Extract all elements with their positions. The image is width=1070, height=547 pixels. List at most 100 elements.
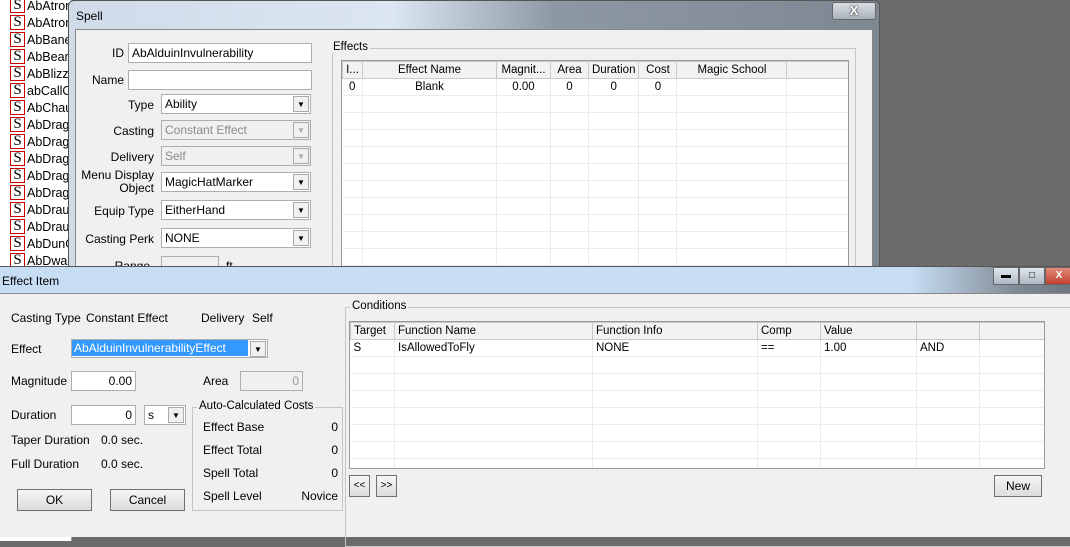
duration-unit-select[interactable]: s ▼ (144, 405, 186, 425)
table-row[interactable] (342, 95, 848, 113)
close-button[interactable]: X (832, 2, 876, 20)
table-cell (676, 112, 788, 130)
effects-table[interactable]: I... Effect Name Magnit... Area Duration Cost… (341, 60, 849, 279)
column-header[interactable] (916, 322, 980, 340)
table-cell (394, 356, 593, 374)
spell-icon: S (10, 83, 25, 98)
equip-type-select[interactable]: EitherHand ▼ (161, 200, 311, 220)
table-row[interactable] (350, 356, 1044, 374)
list-item[interactable]: S AbDraug (10, 201, 71, 218)
list-item[interactable]: S AbBlizza (10, 65, 71, 82)
list-item[interactable]: S AbDrag (10, 133, 69, 150)
table-row[interactable] (342, 248, 848, 266)
effect-select[interactable]: AbAlduinInvulnerabilityEffect ▼ (71, 339, 268, 358)
list-item[interactable]: SAbBearS (10, 48, 71, 65)
table-row[interactable] (342, 214, 848, 232)
column-header[interactable]: Comp (757, 322, 821, 340)
table-row[interactable] (342, 231, 848, 249)
table-row[interactable] (342, 163, 848, 181)
table-cell (638, 95, 678, 113)
table-cell (342, 231, 363, 249)
duration-label: Duration (11, 408, 57, 422)
table-cell (916, 373, 980, 391)
minimize-button[interactable]: ▬ (993, 267, 1019, 285)
table-cell (550, 231, 589, 249)
column-header[interactable]: Effect Name (362, 61, 497, 79)
table-row[interactable] (350, 407, 1044, 425)
list-item[interactable]: S AbDrag (10, 116, 69, 133)
list-item[interactable]: S AbDrag (10, 184, 69, 201)
table-cell (550, 180, 589, 198)
column-header[interactable]: Cost (638, 61, 678, 79)
list-item[interactable]: S AbDrag (10, 150, 69, 167)
casting-perk-select[interactable]: NONE ▼ (161, 228, 311, 248)
cost-value: 0 (331, 443, 338, 457)
table-cell (350, 424, 395, 442)
cancel-button[interactable]: Cancel (110, 489, 185, 511)
taper-duration-label: Taper Duration (11, 433, 90, 447)
costs-title: Auto-Calculated Costs (197, 400, 316, 412)
table-cell (550, 163, 589, 181)
column-header[interactable]: Magnit... (496, 61, 551, 79)
table-cell (592, 441, 758, 459)
duration-input[interactable]: 0 (71, 405, 136, 425)
table-row[interactable] (342, 180, 848, 198)
table-row[interactable] (342, 129, 848, 147)
table-row[interactable] (350, 424, 1044, 442)
table-row[interactable]: S IsAllowedToFly NONE == 1.00 AND (350, 339, 1044, 357)
id-input[interactable]: AbAlduinInvulnerability (128, 43, 312, 63)
table-cell (820, 458, 917, 468)
new-condition-button[interactable]: New (994, 475, 1042, 497)
conditions-table[interactable]: Target Function Name Function Info Comp Valu… (349, 321, 1045, 469)
cost-row: Spell Total 0 (203, 466, 338, 480)
table-cell (916, 356, 980, 374)
list-item[interactable]: S AbAtron (10, 0, 71, 14)
column-header[interactable]: Target (350, 322, 395, 340)
type-select[interactable]: Ability ▼ (161, 94, 311, 114)
list-item[interactable]: S AbDraug (10, 218, 71, 235)
table-cell (588, 180, 640, 198)
list-item[interactable]: SabCallO (10, 82, 71, 99)
ok-button[interactable]: OK (17, 489, 92, 511)
column-header[interactable]: Area (550, 61, 589, 79)
table-cell (342, 248, 363, 266)
table-row[interactable] (350, 390, 1044, 408)
maximize-button[interactable]: □ (1019, 267, 1045, 285)
table-cell (362, 129, 497, 147)
table-cell (362, 214, 497, 232)
previous-button[interactable]: << (349, 475, 370, 497)
next-button[interactable]: >> (376, 475, 397, 497)
table-cell (394, 424, 593, 442)
list-item-label: AbDunG (27, 236, 72, 251)
table-row[interactable] (342, 197, 848, 215)
column-header[interactable]: Value (820, 322, 917, 340)
column-header[interactable]: Duration (587, 61, 640, 79)
list-item[interactable]: S AbChau (10, 99, 71, 116)
table-row[interactable] (350, 458, 1044, 468)
delivery-value: Self (165, 149, 186, 163)
table-row[interactable] (350, 441, 1044, 459)
table-row[interactable] (342, 146, 848, 164)
effects-group: Effects I... Effect Name Magnit... Area Dura… (331, 41, 856, 279)
spell-icon: S (10, 15, 25, 30)
list-item[interactable]: S AbAtron (10, 14, 71, 31)
magnitude-input[interactable]: 0.00 (71, 371, 136, 391)
column-header[interactable]: Function Name (394, 322, 593, 340)
table-row[interactable] (342, 112, 848, 130)
menu-display-select[interactable]: MagicHatMarker ▼ (161, 172, 311, 192)
casting-value: Constant Effect (165, 123, 247, 137)
table-cell (676, 248, 788, 266)
delivery-select: Self ▼ (161, 146, 311, 166)
name-input[interactable] (128, 70, 312, 90)
table-row[interactable]: 0 Blank 0.00 0 0 0 (342, 78, 848, 96)
column-header[interactable]: Function Info (592, 322, 758, 340)
list-item[interactable]: S AbBane (10, 31, 71, 48)
list-item[interactable]: S AbDrag (10, 167, 69, 184)
close-button[interactable]: X (1045, 267, 1070, 285)
column-header[interactable]: I... (342, 61, 363, 79)
table-cell (757, 356, 821, 374)
list-item[interactable]: S AbDunG (10, 235, 72, 252)
table-cell: S (350, 339, 395, 357)
column-header[interactable]: Magic School (676, 61, 788, 79)
table-row[interactable] (350, 373, 1044, 391)
